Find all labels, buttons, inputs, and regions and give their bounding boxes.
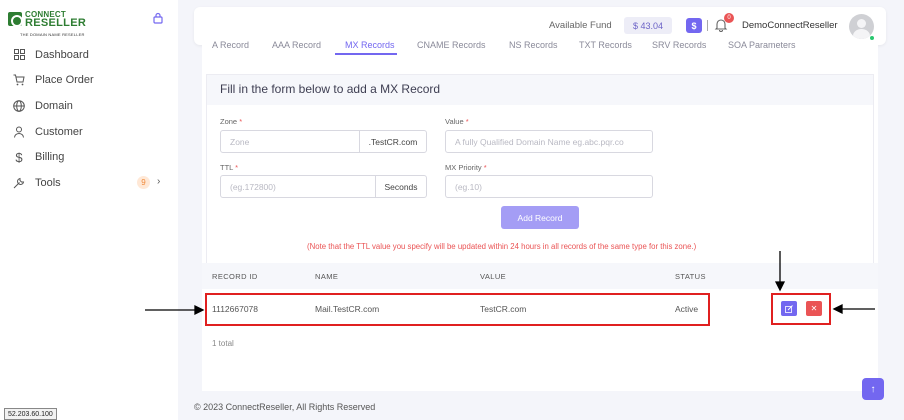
wrench-icon [12,176,26,190]
sidebar-item-dashboard[interactable]: Dashboard [0,42,178,68]
notification-count-badge: 0 [724,13,734,23]
add-record-button[interactable]: Add Record [501,206,579,229]
tab-srv-records[interactable]: SRV Records [652,40,706,50]
column-header-record-id: RECORD ID [212,272,258,281]
tab-aaa-record[interactable]: AAA Record [272,40,321,50]
zone-suffix: .TestCR.com [359,130,427,153]
available-fund-value: $ 43.04 [624,17,672,34]
table-header: RECORD ID NAME VALUE STATUS [202,263,878,289]
sidebar-item-domain[interactable]: Domain [0,93,178,119]
form-title: Fill in the form below to add a MX Recor… [220,82,441,96]
tab-a-record[interactable]: A Record [212,40,249,50]
close-icon: ✕ [810,304,818,313]
tab-txt-records[interactable]: TXT Records [579,40,632,50]
sidebar: CONNECT RESELLER THE DOMAIN NAME RESELLE… [0,0,178,420]
mx-priority-label: MX Priority * [445,163,487,172]
column-header-value: VALUE [480,272,507,281]
actions-highlight-box [771,293,831,325]
column-header-status: STATUS [675,272,706,281]
record-type-tabs: A Record AAA Record MX Records CNAME Rec… [202,40,878,60]
brand-logo[interactable]: CONNECT RESELLER THE DOMAIN NAME RESELLE… [8,10,88,37]
edit-icon [785,304,793,313]
form-header: Fill in the form below to add a MX Recor… [207,75,873,105]
column-header-name: NAME [315,272,339,281]
main-content: Available Fund $ 43.04 $ 0 DemoConnectRe… [178,0,904,420]
active-tab-indicator [335,53,397,55]
sidebar-nav: Dashboard Place Order Domain Customer $ … [0,42,178,196]
cart-icon [12,73,26,87]
sidebar-item-label: Dashboard [35,48,89,61]
ttl-input[interactable] [220,175,376,198]
add-mx-record-form: Fill in the form below to add a MX Recor… [206,74,874,274]
zone-input[interactable] [220,130,360,153]
sidebar-item-customer[interactable]: Customer [0,119,178,145]
tab-mx-records[interactable]: MX Records [345,40,395,50]
logo-mark-icon [8,12,23,27]
sidebar-item-billing[interactable]: $ Billing [0,144,178,170]
row-highlight-box [205,293,710,326]
ttl-note: (Note that the TTL value you specify wil… [307,242,697,251]
add-funds-button[interactable]: $ [686,18,702,33]
sidebar-item-label: Domain [35,99,73,112]
ttl-unit: Seconds [375,175,427,198]
records-total: 1 total [212,339,234,348]
available-fund-label: Available Fund [549,20,612,31]
dns-records-card: A Record AAA Record MX Records CNAME Rec… [202,40,878,391]
ip-address-tag: 52.203.60.100 [4,408,57,420]
sidebar-item-label: Place Order [35,74,94,87]
sidebar-item-tools[interactable]: Tools 9 › [0,170,178,196]
divider [707,20,708,31]
ttl-label: TTL * [220,163,239,172]
sidebar-item-label: Tools [35,176,61,189]
footer-copyright: © 2023 ConnectReseller, All Rights Reser… [194,402,376,412]
lock-icon[interactable] [152,12,164,24]
sidebar-item-label: Customer [35,125,83,138]
zone-label: Zone * [220,117,243,126]
grid-icon [12,48,26,62]
globe-icon [12,99,26,113]
value-label: Value * [445,117,469,126]
tab-soa-parameters[interactable]: SOA Parameters [728,40,796,50]
user-icon [12,125,26,139]
value-input[interactable] [445,130,653,153]
tools-count-badge: 9 [137,175,150,189]
tab-cname-records[interactable]: CNAME Records [417,40,486,50]
scroll-to-top-button[interactable]: ↑ [862,378,884,400]
arrow-up-icon: ↑ [870,383,876,395]
chevron-right-icon: › [157,175,161,187]
logo-tagline: THE DOMAIN NAME RESELLER [20,32,85,37]
sidebar-item-label: Billing [35,151,65,164]
dollar-icon: $ [15,149,23,165]
username[interactable]: DemoConnectReseller [742,20,838,31]
edit-record-button[interactable] [781,301,797,316]
tab-ns-records[interactable]: NS Records [509,40,558,50]
delete-record-button[interactable]: ✕ [806,301,822,316]
logo-line2: RESELLER [25,17,87,29]
sidebar-item-place-order[interactable]: Place Order [0,68,178,94]
mx-priority-input[interactable] [445,175,653,198]
